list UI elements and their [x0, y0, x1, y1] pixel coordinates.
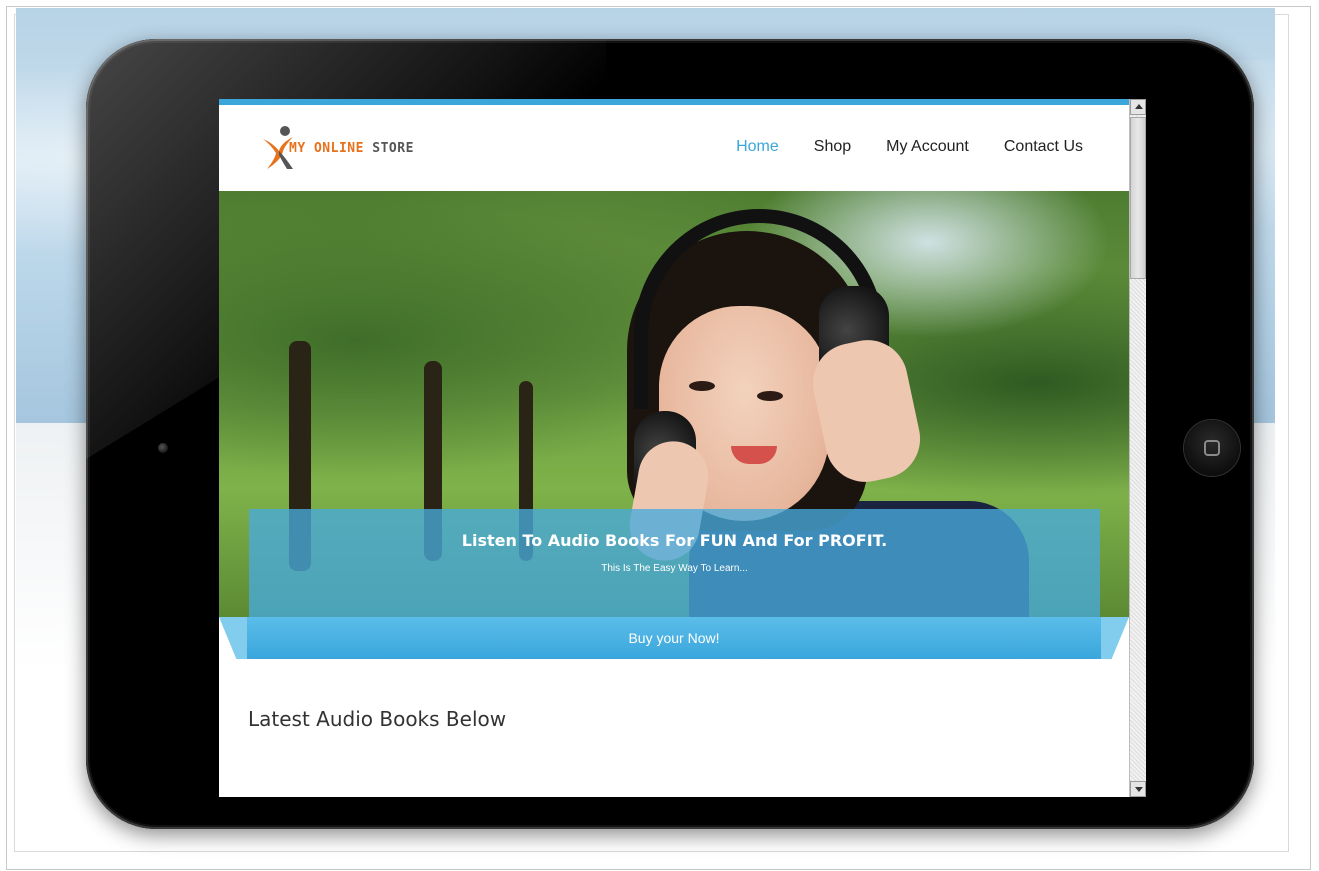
cta-ribbon: Buy your Now! — [219, 617, 1129, 659]
hero-title: Listen To Audio Books For FUN And For PR… — [461, 531, 888, 550]
nav-item-my-account[interactable]: My Account — [886, 138, 969, 156]
logo-text: MY ONLINE STORE — [289, 141, 414, 156]
buy-now-button[interactable]: Buy your Now! — [247, 617, 1101, 659]
nav-item-contact-us[interactable]: Contact Us — [1004, 138, 1083, 156]
nav-item-home[interactable]: Home — [736, 138, 779, 156]
scroll-down-arrow-icon[interactable] — [1130, 781, 1146, 797]
home-square-icon — [1204, 440, 1220, 456]
vertical-scrollbar[interactable] — [1129, 99, 1146, 797]
section-title: Latest Audio Books Below — [248, 707, 507, 731]
site-logo[interactable]: MY ONLINE STORE — [259, 125, 439, 171]
tablet-screen: MY ONLINE STORE Home Shop My Account Con… — [219, 99, 1129, 797]
hero-subtitle: This Is The Easy Way To Learn... — [601, 563, 748, 574]
site-header: MY ONLINE STORE Home Shop My Account Con… — [219, 105, 1129, 191]
scroll-up-arrow-icon[interactable] — [1130, 99, 1146, 115]
hero-banner: Listen To Audio Books For FUN And For PR… — [219, 191, 1129, 617]
ribbon-fold-right — [1101, 617, 1129, 659]
logo-text-rest: STORE — [363, 141, 414, 156]
scrollbar-thumb[interactable] — [1130, 117, 1146, 279]
ribbon-fold-left — [219, 617, 247, 659]
front-camera-icon — [158, 443, 168, 453]
nav-item-shop[interactable]: Shop — [814, 138, 851, 156]
logo-text-accent: MY ONLINE — [289, 141, 364, 156]
main-nav: Home Shop My Account Contact Us — [736, 138, 1083, 156]
